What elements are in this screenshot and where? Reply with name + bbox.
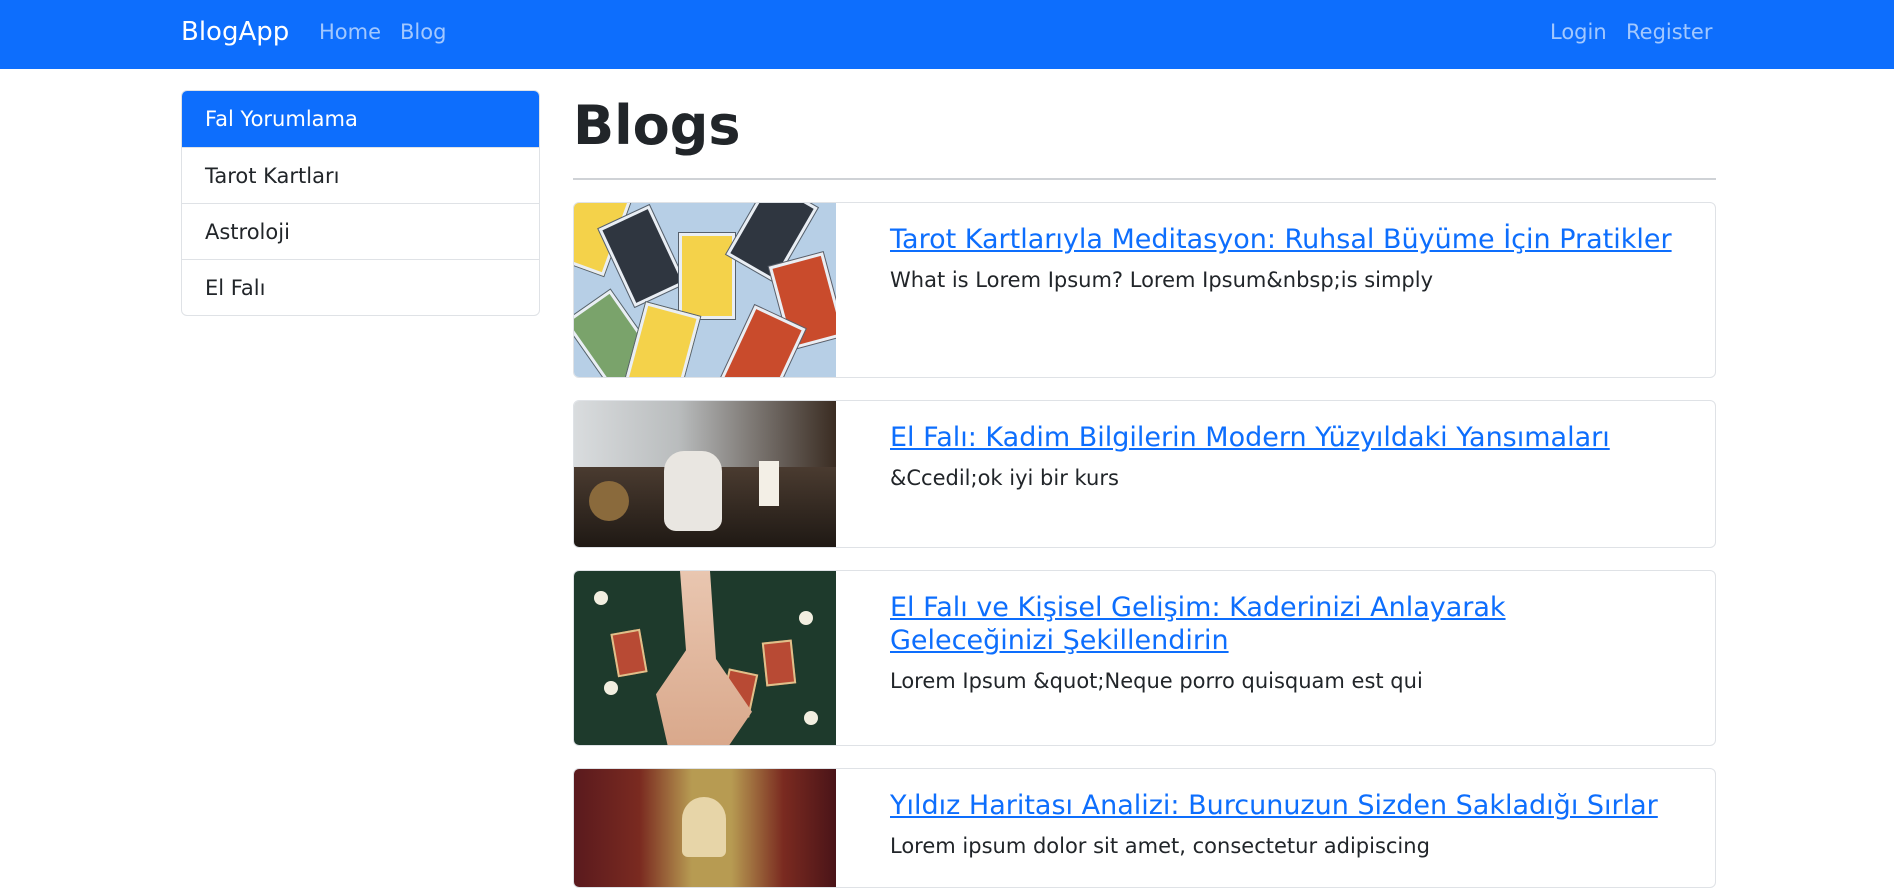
blog-post-card: El Falı: Kadim Bilgilerin Modern Yüzyıld… [573,400,1716,548]
nav-blog-link[interactable]: Blog [400,17,446,47]
post-excerpt: Lorem Ipsum &quot;Neque porro quisquam e… [890,669,1423,693]
post-body: El Falı ve Kişisel Gelişim: Kaderinizi A… [890,591,1675,695]
blog-post-card: Tarot Kartlarıyla Meditasyon: Ruhsal Büy… [573,202,1716,378]
brand-logo-link[interactable]: BlogApp [181,15,289,49]
post-title-link[interactable]: El Falı: Kadim Bilgilerin Modern Yüzyıld… [890,421,1675,454]
post-body: Tarot Kartlarıyla Meditasyon: Ruhsal Büy… [890,223,1675,294]
category-item-fal-yorumlama[interactable]: Fal Yorumlama [182,91,539,147]
palm-reading-hands-image[interactable] [574,571,836,745]
category-item-astroloji[interactable]: Astroloji [182,203,539,259]
blog-post-card: El Falı ve Kişisel Gelişim: Kaderinizi A… [573,570,1716,746]
post-body: El Falı: Kadim Bilgilerin Modern Yüzyıld… [890,421,1675,492]
post-title-link[interactable]: El Falı ve Kişisel Gelişim: Kaderinizi A… [890,591,1675,657]
post-title-link[interactable]: Yıldız Haritası Analizi: Burcunuzun Sizd… [890,789,1675,822]
fortune-teller-image[interactable] [574,769,836,887]
category-item-el-fali[interactable]: El Falı [182,259,539,315]
post-excerpt: Lorem ipsum dolor sit amet, consectetur … [890,834,1430,858]
page-title: Blogs [573,94,741,157]
post-body: Yıldız Haritası Analizi: Burcunuzun Sizd… [890,789,1675,860]
post-excerpt: &Ccedil;ok iyi bir kurs [890,466,1119,490]
post-excerpt: What is Lorem Ipsum? Lorem Ipsum&nbsp;is… [890,268,1434,292]
blog-post-card: Yıldız Haritası Analizi: Burcunuzun Sizd… [573,768,1716,888]
nav-register-link[interactable]: Register [1626,17,1712,47]
nav-home-link[interactable]: Home [319,17,381,47]
title-divider [573,178,1716,180]
post-title-link[interactable]: Tarot Kartlarıyla Meditasyon: Ruhsal Büy… [890,223,1675,256]
top-navbar: BlogApp Home Blog Login Register [0,0,1894,69]
nav-login-link[interactable]: Login [1550,17,1607,47]
tarot-cards-image[interactable] [574,203,836,377]
palm-reading-table-image[interactable] [574,401,836,547]
category-list: Fal Yorumlama Tarot Kartları Astroloji E… [181,90,540,316]
category-item-tarot-kartlari[interactable]: Tarot Kartları [182,147,539,203]
